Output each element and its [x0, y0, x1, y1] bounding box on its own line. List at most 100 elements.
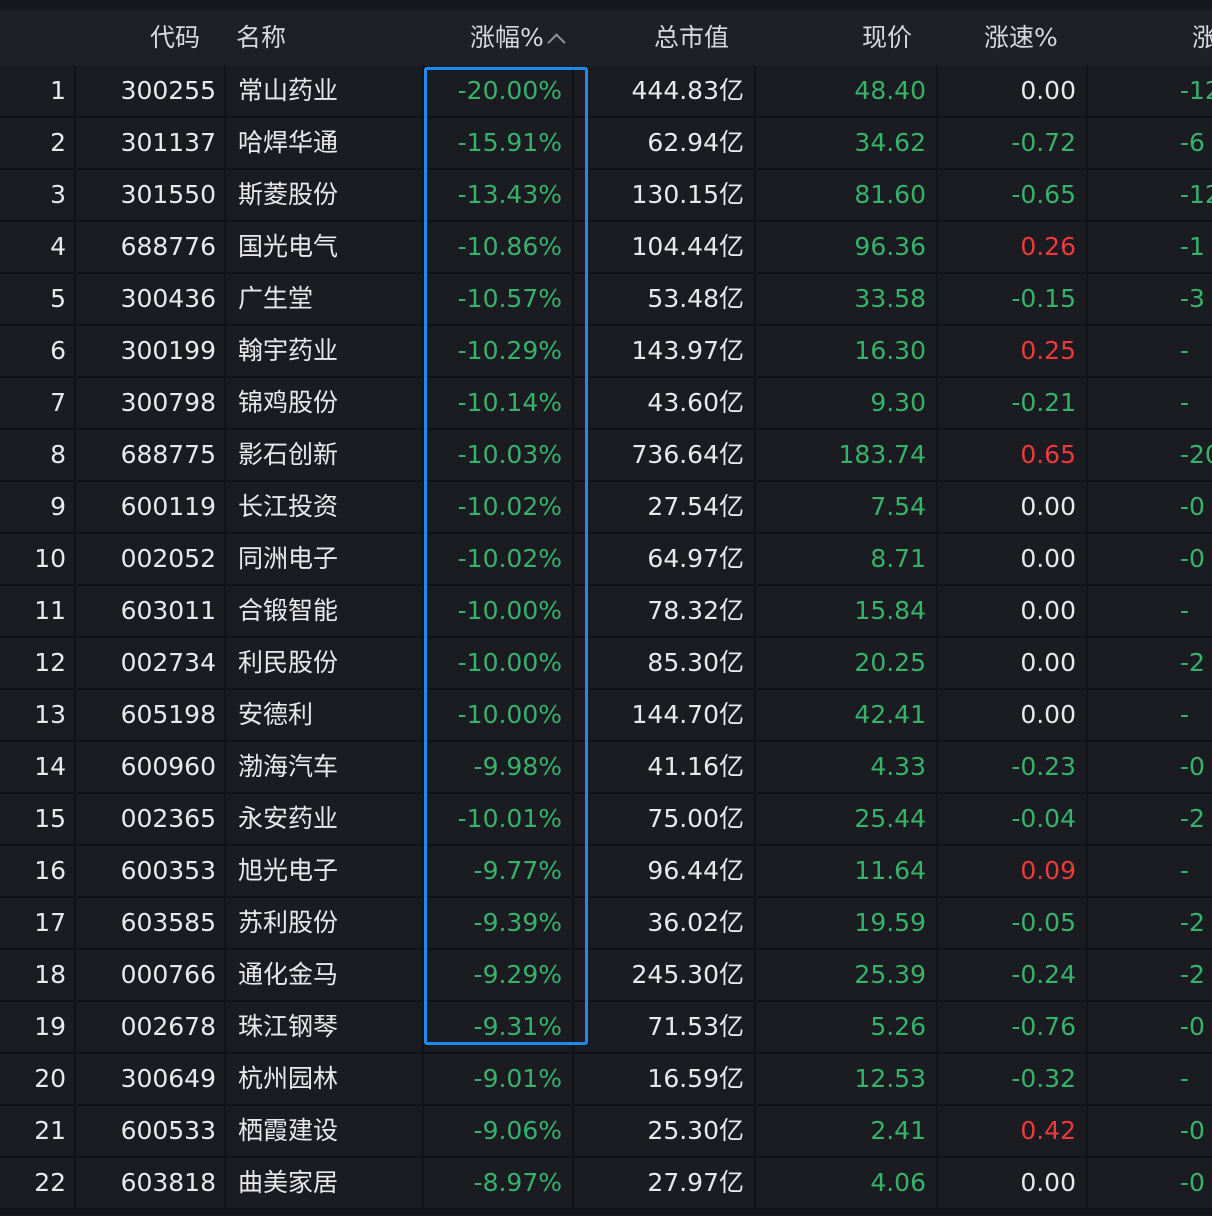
extra-col: -0	[1180, 492, 1205, 521]
change-speed-cell: 0.00	[938, 638, 1088, 688]
col-header-price[interactable]: 现价	[862, 10, 912, 66]
stock-code-cell: 600960	[76, 742, 226, 792]
extra-col: -20	[1180, 440, 1212, 469]
col-header-speed[interactable]: 涨速%	[984, 10, 1058, 66]
stock-code: 002052	[120, 544, 216, 573]
change-pct: -10.02%	[457, 544, 562, 573]
change-speed: 0.09	[1020, 856, 1076, 885]
table-row[interactable]: 20 300649 杭州园林 -9.01% 16.59亿 12.53 -0.32 -	[0, 1054, 1212, 1106]
market-cap: 245.30亿	[631, 960, 744, 989]
price: 4.06	[870, 1168, 926, 1197]
stock-name: 国光电气	[238, 232, 339, 261]
table-row[interactable]: 9 600119 长江投资 -10.02% 27.54亿 7.54 0.00 -0	[0, 482, 1212, 534]
table-row[interactable]: 17 603585 苏利股份 -9.39% 36.02亿 19.59 -0.05 -2	[0, 898, 1212, 950]
change-speed: 0.65	[1020, 440, 1076, 469]
row-index: 14	[34, 752, 66, 781]
extra-col: -2	[1180, 804, 1205, 833]
table-row[interactable]: 5 300436 广生堂 -10.57% 53.48亿 33.58 -0.15 -3	[0, 274, 1212, 326]
change-speed-cell: -0.04	[938, 794, 1088, 844]
table-row[interactable]: 15 002365 永安药业 -10.01% 75.00亿 25.44 -0.04 -2	[0, 794, 1212, 846]
price-cell: 42.41	[756, 690, 938, 740]
price: 5.26	[870, 1012, 926, 1041]
col-header-extra[interactable]: 涨	[1192, 10, 1212, 66]
market-cap-cell: 85.30亿	[574, 638, 756, 688]
stock-code-cell: 301137	[76, 118, 226, 168]
stock-name-cell: 斯菱股份	[226, 170, 424, 220]
table-row[interactable]: 10 002052 同洲电子 -10.02% 64.97亿 8.71 0.00 -0	[0, 534, 1212, 586]
stock-name-cell: 同洲电子	[226, 534, 424, 584]
table-row[interactable]: 7 300798 锦鸡股份 -10.14% 43.60亿 9.30 -0.21 -	[0, 378, 1212, 430]
row-index: 5	[50, 284, 66, 313]
change-pct-cell: -10.02%	[424, 534, 574, 584]
row-index: 19	[34, 1012, 66, 1041]
change-speed: 0.00	[1020, 492, 1076, 521]
stock-name-cell: 杭州园林	[226, 1054, 424, 1104]
extra-col-cell: -0	[1088, 534, 1212, 584]
stock-name-cell: 通化金马	[226, 950, 424, 1000]
stock-code-cell: 600353	[76, 846, 226, 896]
col-header-market-cap[interactable]: 总市值	[654, 10, 729, 66]
stock-name: 曲美家居	[238, 1168, 339, 1197]
table-row[interactable]: 3 301550 斯菱股份 -13.43% 130.15亿 81.60 -0.65 -12	[0, 170, 1212, 222]
row-index-cell: 20	[0, 1054, 76, 1104]
stock-code-cell: 605198	[76, 690, 226, 740]
table-row[interactable]: 11 603011 合锻智能 -10.00% 78.32亿 15.84 0.00 -	[0, 586, 1212, 638]
col-header-name[interactable]: 名称	[236, 10, 286, 66]
change-pct-cell: -9.06%	[424, 1106, 574, 1156]
change-speed-cell: 0.42	[938, 1106, 1088, 1156]
stock-code-cell: 300199	[76, 326, 226, 376]
market-cap-cell: 25.30亿	[574, 1106, 756, 1156]
stock-code: 300436	[120, 284, 216, 313]
table-row[interactable]: 2 301137 哈焊华通 -15.91% 62.94亿 34.62 -0.72 -6	[0, 118, 1212, 170]
price: 96.36	[854, 232, 926, 261]
change-speed: 0.00	[1020, 596, 1076, 625]
row-index: 12	[34, 648, 66, 677]
extra-col: -0	[1180, 1116, 1205, 1145]
stock-code-cell: 300255	[76, 66, 226, 116]
table-row[interactable]: 13 605198 安德利 -10.00% 144.70亿 42.41 0.00 -	[0, 690, 1212, 742]
change-speed: -0.76	[1011, 1012, 1076, 1041]
extra-col-cell: -20	[1088, 430, 1212, 480]
table-row[interactable]: 14 600960 渤海汽车 -9.98% 41.16亿 4.33 -0.23 -0	[0, 742, 1212, 794]
table-row[interactable]: 21 600533 栖霞建设 -9.06% 25.30亿 2.41 0.42 -0	[0, 1106, 1212, 1158]
row-index: 9	[50, 492, 66, 521]
table-row[interactable]: 19 002678 珠江钢琴 -9.31% 71.53亿 5.26 -0.76 -0	[0, 1002, 1212, 1054]
col-header-change-pct[interactable]: 涨幅%	[470, 10, 566, 66]
market-cap-cell: 144.70亿	[574, 690, 756, 740]
stock-code-cell: 002734	[76, 638, 226, 688]
table-row[interactable]: 22 603818 曲美家居 -8.97% 27.97亿 4.06 0.00 -0	[0, 1158, 1212, 1210]
price-cell: 25.39	[756, 950, 938, 1000]
price-cell: 9.30	[756, 378, 938, 428]
stock-code-cell: 002678	[76, 1002, 226, 1052]
stock-code: 600353	[120, 856, 216, 885]
col-header-code[interactable]: 代码	[150, 10, 200, 66]
price: 12.53	[854, 1064, 926, 1093]
stock-code: 301550	[120, 180, 216, 209]
row-index: 21	[34, 1116, 66, 1145]
stock-code-cell: 002052	[76, 534, 226, 584]
table-row[interactable]: 1 300255 常山药业 -20.00% 444.83亿 48.40 0.00 -12	[0, 66, 1212, 118]
stock-name-cell: 广生堂	[226, 274, 424, 324]
stock-name: 翰宇药业	[238, 336, 339, 365]
table-row[interactable]: 6 300199 翰宇药业 -10.29% 143.97亿 16.30 0.25 -	[0, 326, 1212, 378]
extra-col-cell: -0	[1088, 1002, 1212, 1052]
table-row[interactable]: 4 688776 国光电气 -10.86% 104.44亿 96.36 0.26 -1	[0, 222, 1212, 274]
table-row[interactable]: 12 002734 利民股份 -10.00% 85.30亿 20.25 0.00 -2	[0, 638, 1212, 690]
change-speed: -0.72	[1011, 128, 1076, 157]
row-index: 10	[34, 544, 66, 573]
stock-code-cell: 301550	[76, 170, 226, 220]
change-speed: -0.23	[1011, 752, 1076, 781]
row-index: 20	[34, 1064, 66, 1093]
market-cap-cell: 444.83亿	[574, 66, 756, 116]
market-cap-cell: 71.53亿	[574, 1002, 756, 1052]
market-cap: 736.64亿	[631, 440, 744, 469]
extra-col-cell: -6	[1088, 118, 1212, 168]
change-pct-cell: -10.86%	[424, 222, 574, 272]
change-speed: 0.00	[1020, 648, 1076, 677]
extra-col-cell: -	[1088, 326, 1212, 376]
table-row[interactable]: 8 688775 影石创新 -10.03% 736.64亿 183.74 0.65 -20	[0, 430, 1212, 482]
table-row[interactable]: 16 600353 旭光电子 -9.77% 96.44亿 11.64 0.09 -	[0, 846, 1212, 898]
table-row[interactable]: 18 000766 通化金马 -9.29% 245.30亿 25.39 -0.24 -2	[0, 950, 1212, 1002]
change-pct-cell: -10.29%	[424, 326, 574, 376]
extra-col-cell: -	[1088, 586, 1212, 636]
